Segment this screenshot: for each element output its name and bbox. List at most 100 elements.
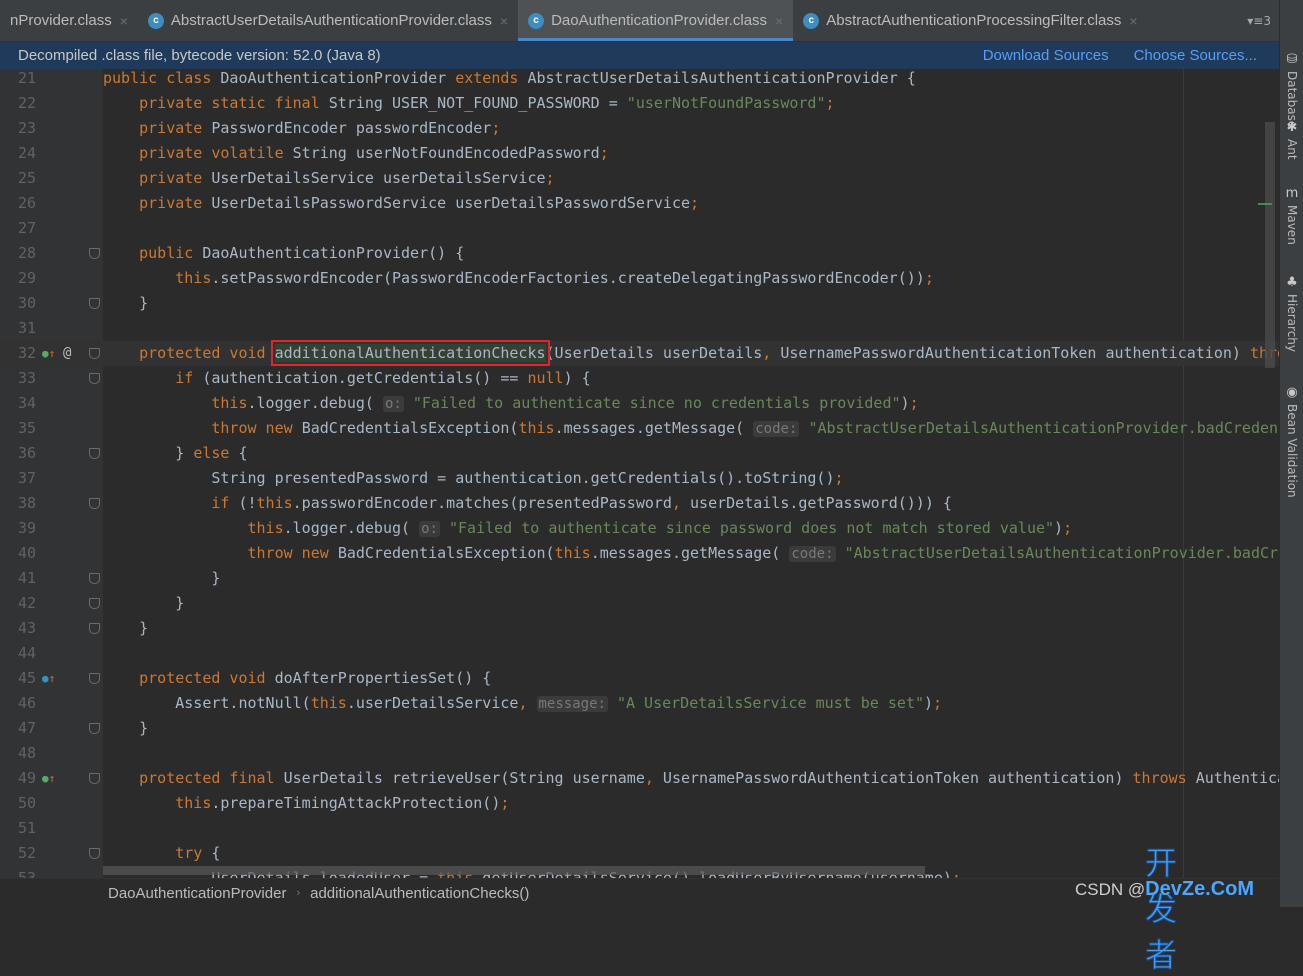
code-token: .logger.debug( bbox=[283, 519, 420, 537]
tab-overflow-button[interactable]: ▾≡3 bbox=[1239, 0, 1279, 41]
keyword: throws bbox=[1132, 769, 1196, 787]
code-line: 39 this.logger.debug( o: "Failed to auth… bbox=[0, 516, 1279, 541]
fold-icon[interactable] bbox=[89, 723, 100, 734]
line-number: 37 bbox=[17, 469, 36, 487]
close-icon[interactable]: × bbox=[775, 13, 783, 29]
keyword: ; bbox=[924, 269, 934, 287]
code-text: Assert.notNull(this.userDetailsService, … bbox=[103, 691, 942, 717]
tab-1[interactable]: c AbstractUserDetailsAuthenticationProvid… bbox=[138, 0, 518, 41]
keyword: private static final bbox=[139, 94, 329, 112]
string-literal: "AbstractUserDetailsAuthenticationProvid… bbox=[808, 419, 1279, 437]
fold-icon[interactable] bbox=[89, 623, 100, 634]
code-token: UserDetailsPasswordService userDetailsPa… bbox=[211, 194, 691, 212]
close-icon[interactable]: × bbox=[1129, 13, 1137, 29]
line-number: 31 bbox=[17, 319, 36, 337]
code-token: .messages.getMessage( bbox=[554, 419, 754, 437]
code-token: String presentedPassword = authenticatio… bbox=[103, 469, 835, 487]
line-number: 43 bbox=[17, 619, 36, 637]
keyword: this bbox=[310, 694, 347, 712]
line-number: 25 bbox=[17, 169, 36, 187]
sidebar-database[interactable]: ⛁ Database bbox=[1280, 52, 1303, 128]
code-line: 24 private volatile String userNotFoundE… bbox=[0, 141, 1279, 166]
line-number: 49 bbox=[17, 769, 36, 787]
fold-icon[interactable] bbox=[89, 248, 100, 259]
code-text: } bbox=[103, 591, 184, 616]
code-text: this.logger.debug( o: "Failed to authent… bbox=[103, 516, 1072, 542]
line-number: 30 bbox=[17, 294, 36, 312]
keyword: null bbox=[527, 369, 564, 387]
keyword: ; bbox=[1063, 519, 1073, 537]
code-text: this.setPasswordEncoder(PasswordEncoderF… bbox=[103, 266, 934, 291]
fold-icon[interactable] bbox=[89, 848, 100, 859]
right-tool-sidebar: ⛁ Database ✱ Ant m Maven ♣ Hierarchy ◉ Bean Valid… bbox=[1279, 0, 1303, 907]
string-literal: "Failed to authenticate since password d… bbox=[448, 519, 1055, 537]
tab-2[interactable]: c DaoAuthenticationProvider.class × bbox=[518, 0, 794, 41]
fold-icon[interactable] bbox=[89, 673, 100, 684]
code-line: 48 bbox=[0, 741, 1279, 766]
keyword: ; bbox=[599, 144, 609, 162]
tab-label: nProvider.class bbox=[10, 12, 112, 29]
fold-icon[interactable] bbox=[89, 573, 100, 584]
parameter-hint: code: bbox=[753, 421, 800, 437]
bean-validation-icon: ◉ bbox=[1286, 385, 1298, 400]
code-line: 41 } bbox=[0, 566, 1279, 591]
code-token: AbstractUserDetailsAuthenticationProvide… bbox=[527, 69, 916, 87]
fold-icon[interactable] bbox=[89, 298, 100, 309]
tab-3[interactable]: c AbstractAuthenticationProcessingFilter.… bbox=[793, 0, 1147, 41]
breadcrumb-class[interactable]: DaoAuthenticationProvider bbox=[108, 885, 286, 902]
line-number: 50 bbox=[17, 794, 36, 812]
class-icon: c bbox=[528, 12, 545, 29]
override-icon[interactable]: ●↑ bbox=[42, 766, 55, 791]
fold-icon[interactable] bbox=[89, 348, 100, 359]
choose-sources-link[interactable]: Choose Sources... bbox=[1134, 47, 1257, 64]
close-icon[interactable]: × bbox=[500, 13, 508, 29]
code-editor[interactable]: 21 public class DaoAuthenticationProvider… bbox=[0, 66, 1279, 878]
code-token: } bbox=[103, 294, 149, 312]
code-text: private UserDetailsPasswordService userD… bbox=[103, 191, 699, 216]
keyword: public class bbox=[103, 69, 221, 87]
tab-0[interactable]: nProvider.class × bbox=[0, 0, 138, 41]
code-token: .logger.debug( bbox=[247, 394, 383, 412]
code-text: } bbox=[103, 291, 148, 316]
keyword: throw new bbox=[211, 419, 302, 437]
fold-icon[interactable] bbox=[89, 498, 100, 509]
keyword: if bbox=[175, 369, 203, 387]
keyword: ; bbox=[545, 169, 555, 187]
horizontal-scrollbar[interactable] bbox=[103, 866, 925, 875]
line-number: 21 bbox=[17, 69, 36, 87]
code-line: 51 bbox=[0, 816, 1279, 841]
breadcrumb-method[interactable]: additionalAuthenticationChecks() bbox=[310, 885, 529, 902]
sidebar-maven[interactable]: m Maven bbox=[1280, 186, 1303, 245]
line-number: 36 bbox=[17, 444, 36, 462]
code-token: userDetails.getPassword())) { bbox=[690, 494, 952, 512]
sidebar-hierarchy[interactable]: ♣ Hierarchy bbox=[1280, 275, 1303, 352]
download-sources-link[interactable]: Download Sources bbox=[983, 47, 1109, 64]
implements-icon[interactable]: ●↑ bbox=[42, 666, 55, 691]
close-icon[interactable]: × bbox=[120, 13, 128, 29]
fold-icon[interactable] bbox=[89, 598, 100, 609]
line-number: 24 bbox=[17, 144, 36, 162]
code-text: protected void additionalAuthenticationC… bbox=[103, 340, 1279, 366]
fold-icon[interactable] bbox=[89, 448, 100, 459]
code-line: 52 try { bbox=[0, 841, 1279, 866]
line-number: 23 bbox=[17, 119, 36, 137]
code-line: 23 private PasswordEncoder passwordEncod… bbox=[0, 116, 1279, 141]
keyword: extends bbox=[455, 69, 528, 87]
code-token: } bbox=[103, 569, 221, 587]
fold-icon[interactable] bbox=[89, 373, 100, 384]
string-literal: "AbstractUserDetailsAuthenticationProvid… bbox=[844, 544, 1279, 562]
sidebar-ant[interactable]: ✱ Ant bbox=[1280, 120, 1303, 160]
line-number: 47 bbox=[17, 719, 36, 737]
vertical-scrollbar[interactable] bbox=[1265, 122, 1275, 368]
sidebar-bean-validation[interactable]: ◉ Bean Validation bbox=[1280, 385, 1303, 498]
keyword: ; bbox=[690, 194, 700, 212]
keyword: if bbox=[211, 494, 239, 512]
line-number: 53 bbox=[17, 869, 36, 878]
code-line: 31 bbox=[0, 316, 1279, 341]
override-icon[interactable]: ●↑ bbox=[42, 341, 55, 366]
fold-icon[interactable] bbox=[89, 773, 100, 784]
